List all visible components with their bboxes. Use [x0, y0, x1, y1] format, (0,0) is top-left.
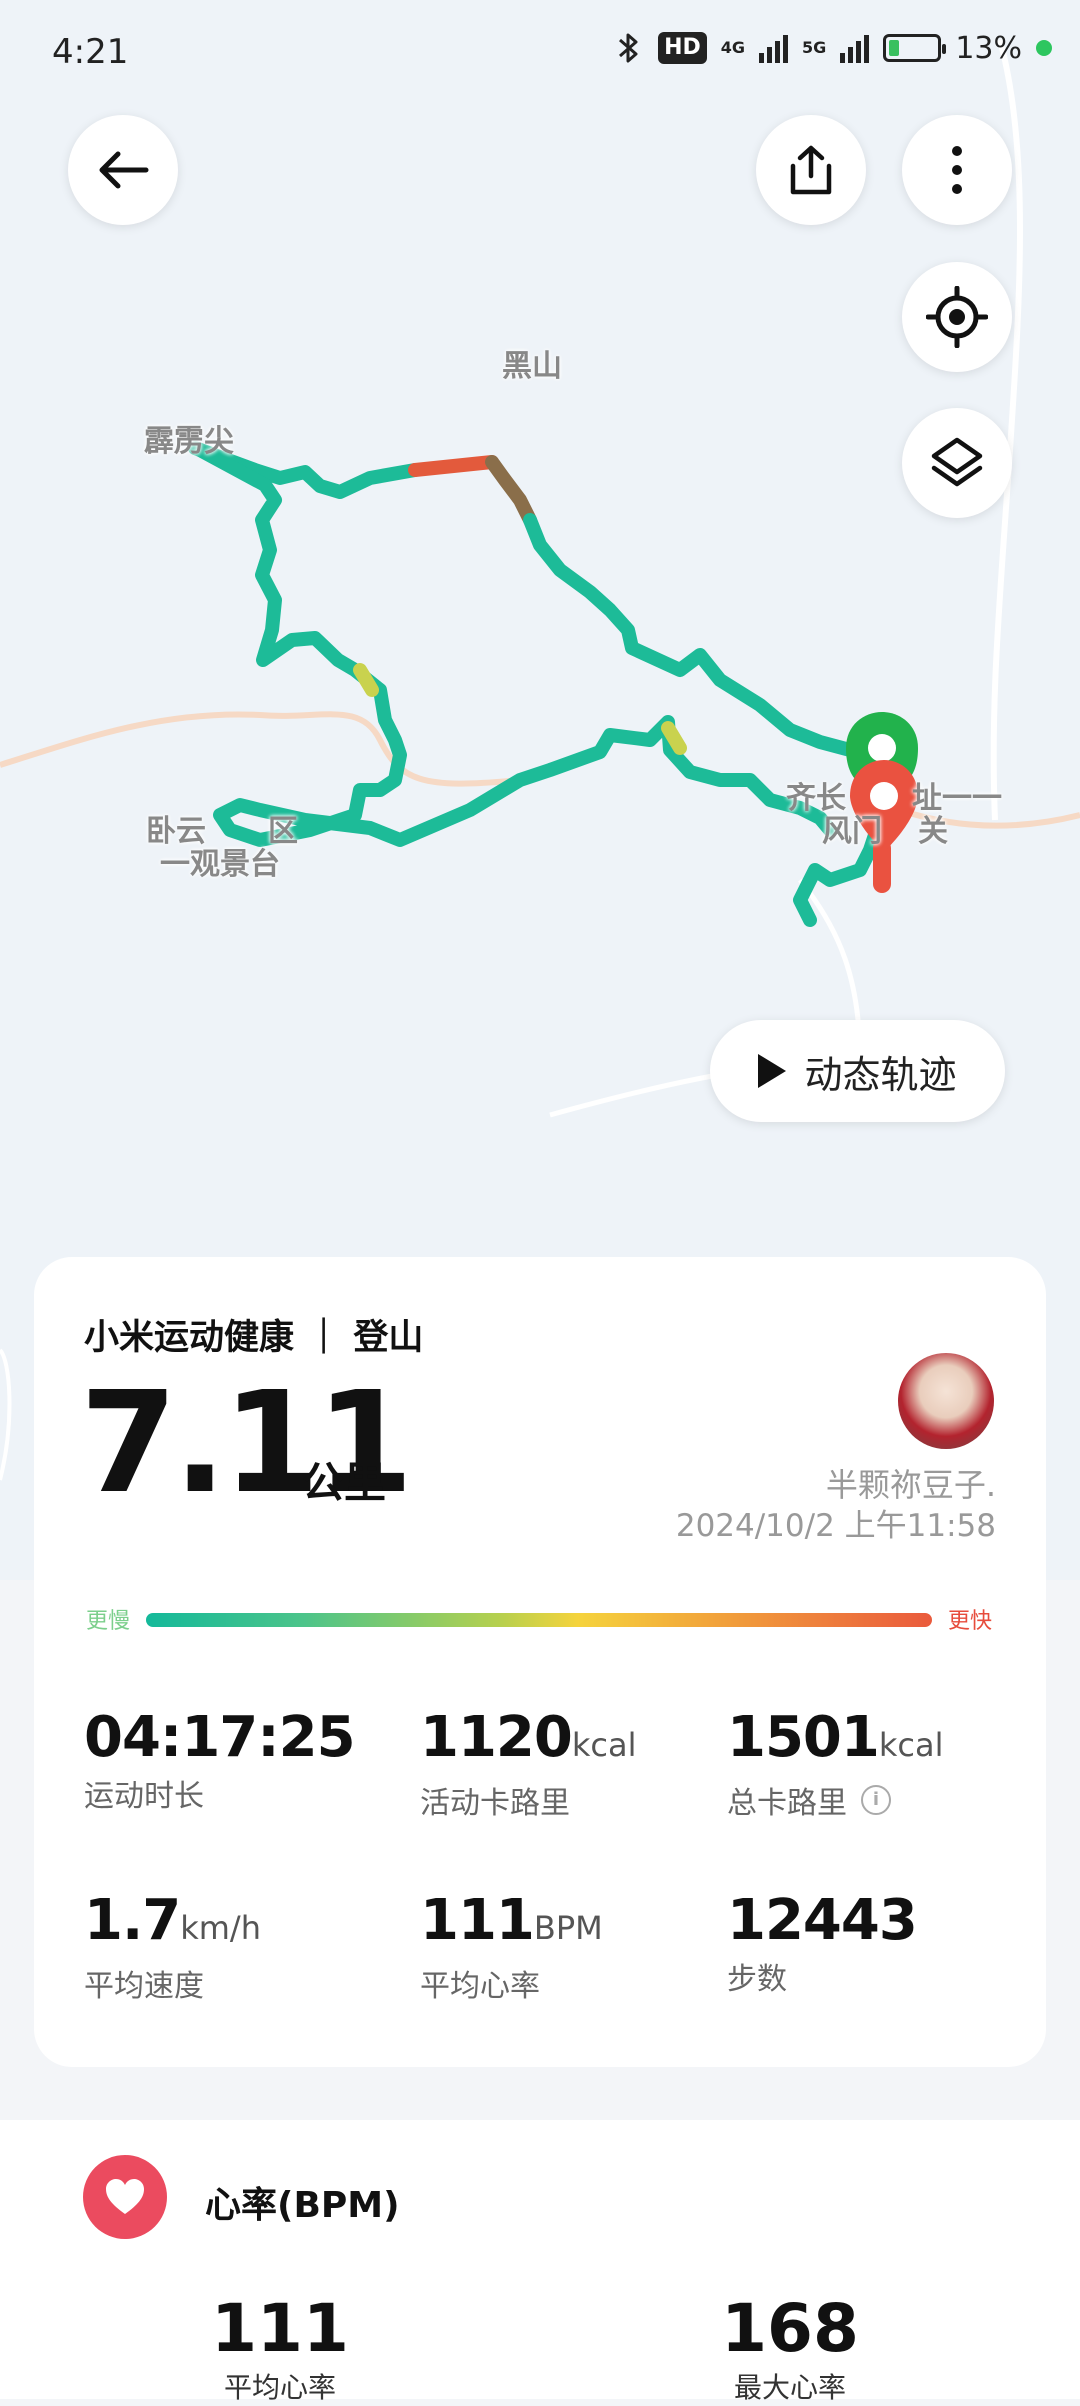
stat-total-calories: 1501kcal 总卡路里 i: [727, 1707, 943, 1822]
stat-total-calories-value: 1501: [727, 1705, 880, 1770]
back-button[interactable]: [68, 115, 178, 225]
signal-icon: [759, 33, 789, 63]
map-label-woyun-3: 一观景台: [160, 847, 280, 882]
stat-steps: 12443 步数: [727, 1888, 918, 1998]
map-label-woyun: 卧云: [146, 814, 206, 849]
activity-datetime: 2024/10/2 上午11:58: [675, 1508, 996, 1544]
stat-avg-speed-value: 1.7: [84, 1888, 181, 1953]
stat-duration: 04:17:25 运动时长: [84, 1705, 356, 1815]
pace-fast-label: 更快: [947, 1609, 992, 1634]
privacy-indicator-dot: [1036, 40, 1052, 56]
map-label-heishan: 黑山: [502, 349, 562, 384]
pace-gradient-legend: [146, 1613, 932, 1627]
locate-icon: [926, 286, 988, 348]
share-button[interactable]: [756, 115, 866, 225]
signal-icon: [840, 33, 870, 63]
distance-unit: 公里: [302, 1458, 387, 1507]
heart-icon: [106, 2179, 144, 2214]
layers-icon: [931, 437, 983, 487]
map-label-fengmen-2: 关: [918, 814, 948, 849]
share-icon: [790, 145, 832, 195]
stat-avg-heart-rate: 111BPM 平均心率: [420, 1890, 603, 2005]
stat-active-calories-label: 活动卡路里: [420, 1786, 570, 1821]
stat-avg-speed-unit: km/h: [180, 1909, 261, 1947]
status-icons: HD 4G 5G 13%: [614, 30, 1052, 66]
stat-avg-speed: 1.7km/h 平均速度: [84, 1890, 261, 2005]
avatar[interactable]: [898, 1353, 994, 1449]
summary-card: 小米运动健康 ｜ 登山 7.11 公里 半颗祢豆子. 2024/10/2 上午1…: [34, 1257, 1046, 2067]
stat-active-calories-value: 1120: [420, 1705, 573, 1770]
max-heart-rate-label: 最大心率: [733, 2371, 846, 2404]
stat-avg-speed-label: 平均速度: [84, 1969, 204, 2004]
status-time: 4:21: [52, 32, 129, 72]
map-label-pilijian: 霹雳尖: [144, 424, 234, 459]
road-line: [0, 1348, 12, 1481]
layers-button[interactable]: [902, 408, 1012, 518]
heart-rate-section[interactable]: 心率(BPM) 111 平均心率 168 最大心率: [0, 2120, 1080, 2404]
stat-avg-heart-rate-label: 平均心率: [420, 1969, 540, 2004]
network-4g-label: 4G: [720, 38, 746, 57]
stat-total-calories-label: 总卡路里: [727, 1786, 847, 1821]
more-vertical-icon: [952, 146, 962, 194]
info-icon[interactable]: i: [861, 1785, 891, 1815]
stat-duration-label: 运动时长: [84, 1779, 204, 1814]
route-track: [188, 441, 897, 927]
bluetooth-icon: [619, 33, 638, 63]
stat-active-calories-unit: kcal: [571, 1726, 637, 1764]
map-label-fengmen: 风门: [822, 814, 882, 849]
map-label-qichang-2: 址一一: [912, 781, 1002, 816]
play-icon: [758, 1054, 787, 1088]
battery-percent: 13%: [955, 30, 1022, 66]
locate-button[interactable]: [902, 262, 1012, 372]
stat-total-calories-unit: kcal: [878, 1726, 944, 1764]
map-label-woyun-2: 区: [268, 814, 298, 849]
status-bar: 4:21 HD 4G 5G 13%: [0, 0, 1080, 110]
pace-slow-label: 更慢: [86, 1609, 131, 1634]
dynamic-track-button[interactable]: 动态轨迹: [710, 1020, 1005, 1122]
avg-heart-rate-value: 111: [211, 2290, 349, 2367]
heart-badge: [83, 2155, 167, 2239]
road-line: [0, 711, 521, 787]
activity-type-label: 小米运动健康 ｜ 登山: [84, 1318, 424, 1358]
stat-duration-value: 04:17:25: [84, 1705, 356, 1770]
stat-steps-value: 12443: [727, 1888, 918, 1953]
more-button[interactable]: [902, 115, 1012, 225]
stat-active-calories: 1120kcal 活动卡路里: [420, 1707, 636, 1822]
dynamic-track-label: 动态轨迹: [804, 1052, 957, 1097]
battery-icon: [883, 34, 947, 62]
max-heart-rate-value: 168: [721, 2290, 859, 2367]
hd-badge: HD: [658, 32, 707, 64]
avg-heart-rate-label: 平均心率: [223, 2371, 336, 2404]
heart-rate-title: 心率(BPM): [205, 2185, 400, 2226]
stat-steps-label: 步数: [727, 1962, 787, 1997]
arrow-left-icon: [99, 151, 149, 189]
map-label-qichang: 齐长: [786, 781, 846, 816]
network-5g-label: 5G: [802, 38, 827, 57]
stat-avg-heart-rate-value: 111: [420, 1888, 535, 1953]
stat-avg-heart-rate-unit: BPM: [533, 1909, 603, 1947]
